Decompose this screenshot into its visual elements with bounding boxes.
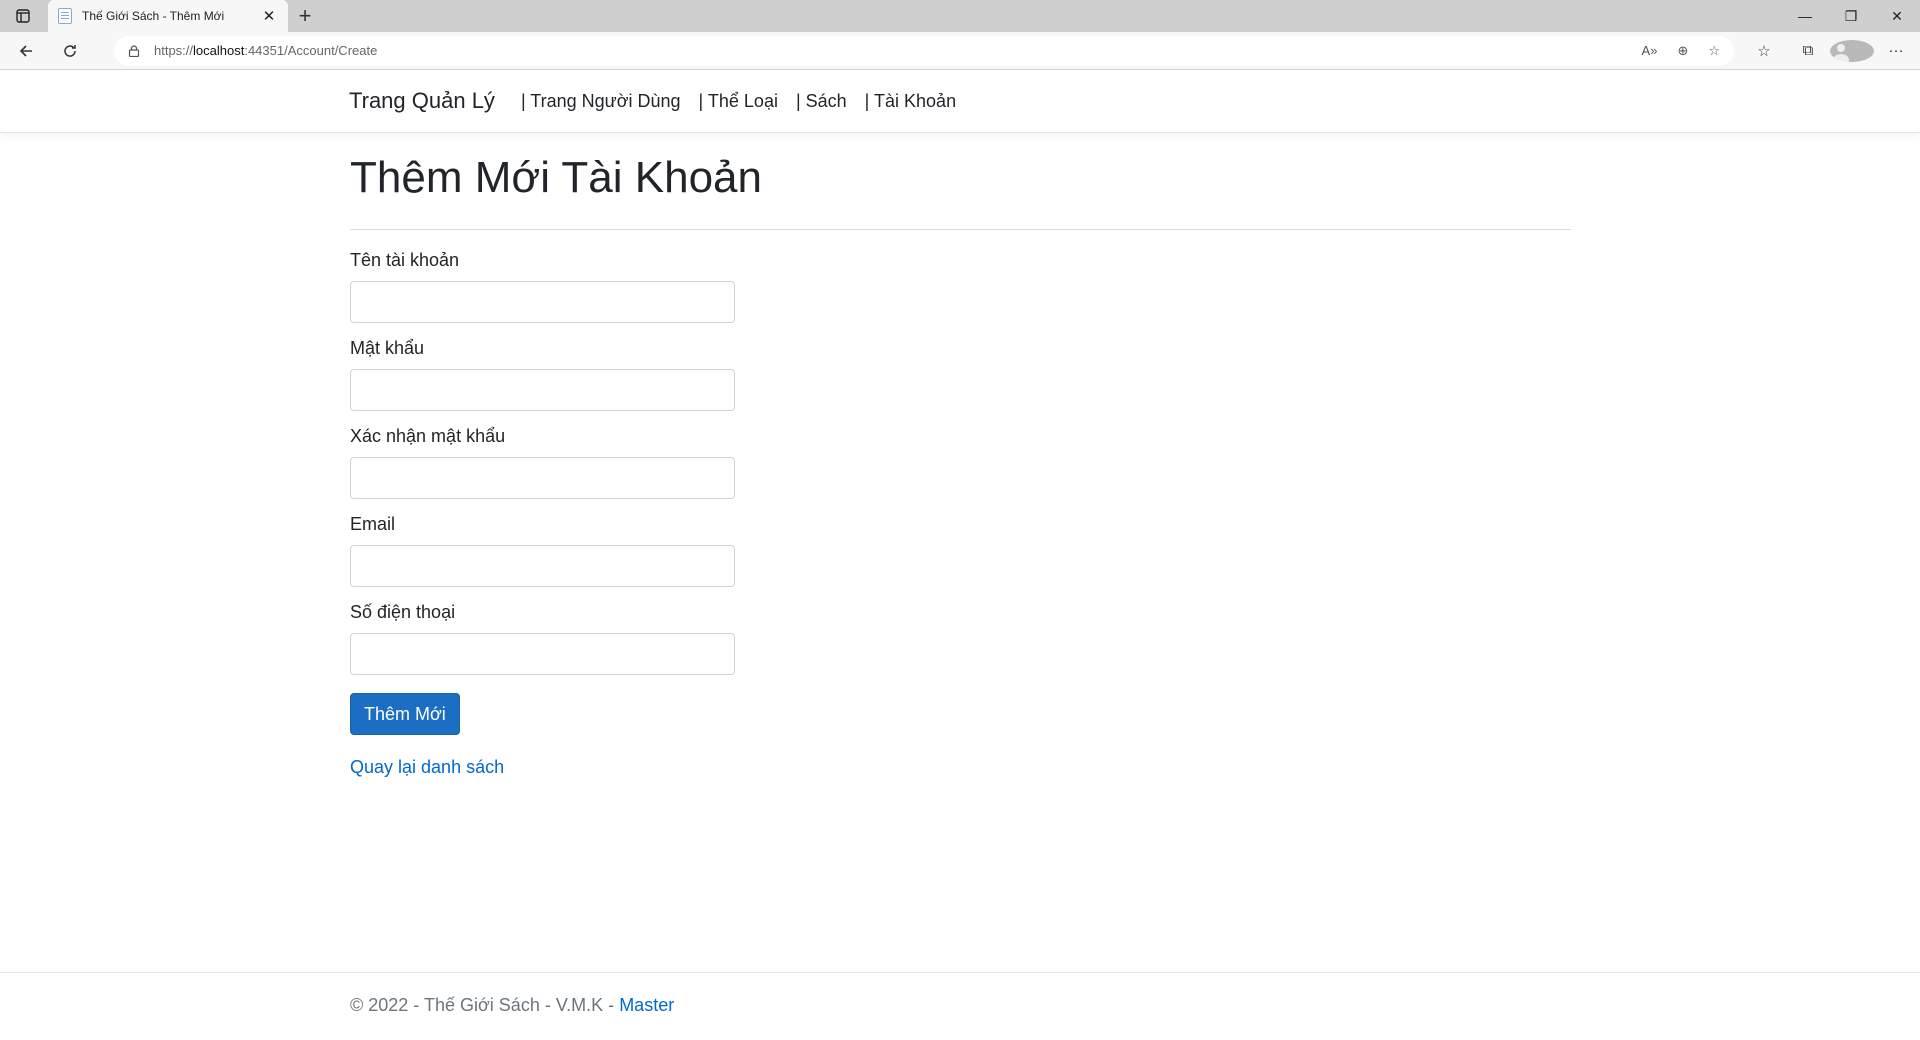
create-account-form: Tên tài khoản Mật khẩu Xác nhận mật khẩu… bbox=[350, 250, 1571, 778]
form-group-password: Mật khẩu bbox=[350, 338, 1571, 411]
url-path: :44351/Account/Create bbox=[244, 43, 378, 58]
favorites-icon[interactable]: ☆ bbox=[1742, 40, 1786, 62]
window-controls: — ❐ ✕ bbox=[1782, 0, 1920, 32]
brand-link[interactable]: Trang Quản Lý bbox=[349, 88, 495, 114]
form-group-email: Email bbox=[350, 514, 1571, 587]
url-prefix: https:// bbox=[154, 43, 194, 58]
tab-actions-icon bbox=[16, 9, 30, 23]
footer: © 2022 - Thế Giới Sách - V.M.K - Master bbox=[0, 972, 1920, 1040]
back-icon[interactable] bbox=[8, 35, 44, 67]
profile-button[interactable] bbox=[1830, 39, 1874, 62]
back-to-list-link[interactable]: Quay lại danh sách bbox=[350, 757, 504, 778]
site-navbar: Trang Quản Lý | Trang Người Dùng | Thể L… bbox=[0, 70, 1920, 133]
collections-icon[interactable]: ⧉ bbox=[1786, 40, 1830, 62]
email-label: Email bbox=[350, 514, 396, 534]
add-favorite-icon[interactable]: ☆ bbox=[1708, 43, 1720, 59]
avatar bbox=[1830, 39, 1874, 62]
zoom-icon[interactable]: ⊕ bbox=[1677, 43, 1688, 59]
browser-tab[interactable]: Thế Giới Sách - Thêm Mới ✕ bbox=[48, 0, 288, 32]
submit-button[interactable]: Thêm Mới bbox=[350, 693, 460, 735]
confirm-password-label: Xác nhận mật khẩu bbox=[350, 426, 506, 446]
read-aloud-icon[interactable]: A» bbox=[1642, 43, 1658, 59]
minimize-icon[interactable]: — bbox=[1782, 0, 1828, 32]
page-favicon-icon bbox=[58, 8, 72, 24]
password-input[interactable] bbox=[350, 369, 735, 411]
confirm-password-input[interactable] bbox=[350, 457, 735, 499]
form-group-username: Tên tài khoản bbox=[350, 250, 1571, 323]
nav-link-books[interactable]: | Sách bbox=[796, 91, 847, 112]
phone-input[interactable] bbox=[350, 633, 735, 675]
form-group-phone: Số điện thoại bbox=[350, 602, 1571, 675]
address-bar[interactable]: https://localhost:44351/Account/Create A… bbox=[114, 35, 1734, 66]
tab-close-icon[interactable]: ✕ bbox=[260, 7, 278, 25]
footer-text: © 2022 - Thế Giới Sách - V.M.K - bbox=[350, 995, 620, 1015]
new-tab-icon[interactable]: + bbox=[288, 0, 322, 32]
close-window-icon[interactable]: ✕ bbox=[1874, 0, 1920, 32]
nav-link-accounts[interactable]: | Tài Khoản bbox=[865, 91, 956, 112]
password-label: Mật khẩu bbox=[350, 338, 425, 358]
nav-link-users[interactable]: | Trang Người Dùng bbox=[521, 91, 681, 112]
divider bbox=[350, 229, 1571, 230]
more-icon[interactable]: ··· bbox=[1874, 40, 1918, 62]
tab-title: Thế Giới Sách - Thêm Mới bbox=[82, 9, 225, 23]
refresh-icon[interactable] bbox=[52, 35, 88, 67]
browser-toolbar: https://localhost:44351/Account/Create A… bbox=[0, 32, 1920, 70]
footer-master-link[interactable]: Master bbox=[619, 995, 674, 1015]
main-content: Thêm Mới Tài Khoản Tên tài khoản Mật khẩ… bbox=[0, 133, 1571, 778]
tab-actions-button[interactable] bbox=[0, 0, 46, 32]
nav-link-categories[interactable]: | Thể Loại bbox=[699, 91, 778, 112]
restore-icon[interactable]: ❐ bbox=[1828, 0, 1874, 32]
form-group-confirm-password: Xác nhận mật khẩu bbox=[350, 426, 1571, 499]
browser-titlebar: Thế Giới Sách - Thêm Mới ✕ + — ❐ ✕ bbox=[0, 0, 1920, 32]
url-host: localhost bbox=[193, 43, 245, 58]
lock-icon bbox=[128, 44, 140, 57]
phone-label: Số điện thoại bbox=[350, 602, 456, 622]
page-title: Thêm Mới Tài Khoản bbox=[350, 153, 762, 202]
username-input[interactable] bbox=[350, 281, 735, 323]
email-input[interactable] bbox=[350, 545, 735, 587]
username-label: Tên tài khoản bbox=[350, 250, 460, 270]
